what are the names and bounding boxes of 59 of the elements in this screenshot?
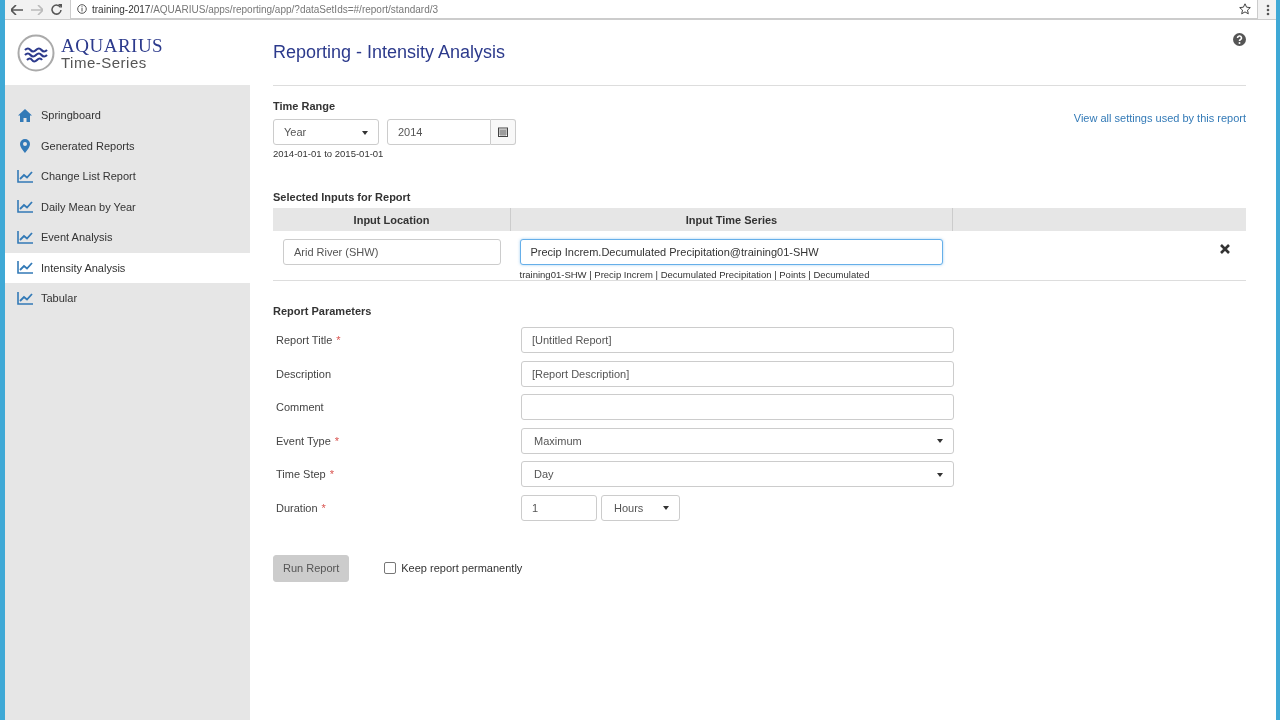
- field-label: Event Type: [276, 434, 331, 447]
- date-range-text: 2014-01-01 to 2015-01-01: [273, 148, 385, 159]
- text-field[interactable]: [Untitled Report]: [521, 327, 954, 353]
- logo-tagline: Time-Series: [61, 54, 147, 70]
- period-select[interactable]: Year: [273, 119, 379, 145]
- sidebar-item[interactable]: Change List Report: [5, 161, 250, 192]
- logo-name: AQUARIUS: [61, 35, 164, 55]
- line-chart-icon: [17, 200, 33, 214]
- help-icon[interactable]: [1233, 33, 1246, 46]
- sidebar-item[interactable]: Daily Mean by Year: [5, 191, 250, 222]
- unit-dropdown[interactable]: Hours: [601, 494, 680, 521]
- calendar-icon: [498, 127, 508, 137]
- sidebar-item[interactable]: Generated Reports: [5, 130, 250, 161]
- field-label: Comment: [276, 401, 324, 413]
- sidebar-item[interactable]: Tabular: [5, 283, 250, 314]
- required-mark: *: [329, 468, 334, 480]
- url-text: training-2017/AQUARIUS/apps/reporting/app/?dataSetIds=#/report/standard/3: [92, 3, 439, 15]
- map-pin-icon: [20, 138, 30, 153]
- line-chart-icon: [17, 291, 33, 305]
- logo-icon: [17, 33, 55, 72]
- time-series-field[interactable]: Precip Increm.Decumulated Precipitation@training01-SHW: [519, 239, 943, 265]
- section-heading: Report Parameters: [273, 305, 373, 317]
- remove-icon[interactable]: [1220, 244, 1230, 254]
- field-label: Duration: [276, 501, 318, 514]
- column-header: Input Location: [273, 208, 511, 231]
- year-field[interactable]: 2014: [387, 119, 491, 145]
- column-header: Input Time Series: [510, 208, 953, 231]
- section-heading: Selected Inputs for Report: [273, 191, 412, 203]
- line-chart-icon: [17, 230, 33, 244]
- line-chart-icon: [17, 261, 33, 275]
- text-field[interactable]: [521, 394, 954, 420]
- checkbox-label: Keep report permanently: [401, 562, 523, 574]
- sidebar-item[interactable]: Event Analysis: [5, 222, 250, 253]
- section-heading: Time Range: [273, 100, 337, 112]
- sidebar-item[interactable]: Springboard: [5, 100, 250, 131]
- location-field[interactable]: Arid River (SHW): [283, 239, 501, 265]
- required-mark: *: [321, 501, 326, 514]
- dropdown[interactable]: Maximum: [521, 427, 954, 454]
- home-icon: [18, 108, 32, 122]
- number-field[interactable]: 1: [521, 494, 597, 521]
- text-field[interactable]: [Report Description]: [521, 360, 954, 387]
- address-bar[interactable]: training-2017/AQUARIUS/apps/reporting/app/?dataSetIds=#/report/standard/3: [70, 0, 1258, 19]
- reload-icon[interactable]: [51, 4, 62, 15]
- back-icon[interactable]: [11, 4, 23, 15]
- field-label: Report Title: [276, 334, 333, 346]
- dropdown[interactable]: Day: [521, 461, 954, 487]
- field-label: Description: [276, 367, 332, 380]
- settings-link[interactable]: View all settings used by this report: [1073, 112, 1246, 159]
- field-label: Time Step: [276, 468, 326, 480]
- line-chart-icon: [17, 169, 33, 183]
- time-series-details: training01-SHW | Precip Increm | Decumulated Precipitation | Points | Decumulated: [519, 269, 871, 280]
- star-icon[interactable]: [1239, 3, 1251, 15]
- sidebar-item[interactable]: Intensity Analysis: [5, 252, 250, 283]
- required-mark: *: [336, 334, 341, 346]
- menu-icon[interactable]: [1266, 3, 1270, 16]
- info-icon: [77, 4, 87, 14]
- keep-checkbox[interactable]: [384, 562, 397, 574]
- calendar-button[interactable]: [491, 119, 516, 145]
- required-mark: *: [334, 434, 340, 447]
